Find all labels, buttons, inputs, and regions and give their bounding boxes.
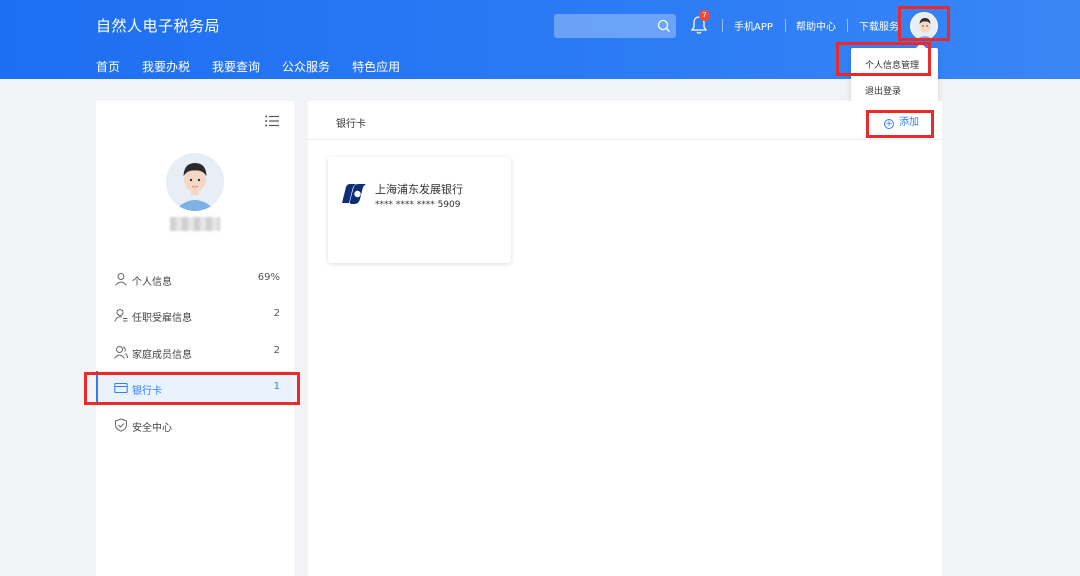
avatar-icon <box>911 13 937 39</box>
card-icon <box>114 383 128 393</box>
card-number: **** **** **** 5909 <box>375 200 461 210</box>
list-menu-icon[interactable] <box>265 115 279 127</box>
user-avatar-button[interactable] <box>910 12 938 40</box>
sidebar-item-count: 69% <box>257 272 280 283</box>
nav-tax-filing[interactable]: 我要办税 <box>142 58 190 75</box>
divider <box>847 19 848 32</box>
add-button-label: 添加 <box>899 117 919 128</box>
nav-public-service[interactable]: 公众服务 <box>282 58 330 75</box>
nav-home[interactable]: 首页 <box>96 58 120 75</box>
sidebar-item-label: 银行卡 <box>132 386 162 397</box>
menu-item-logout[interactable]: 退出登录 <box>865 84 901 97</box>
person-icon <box>115 273 127 286</box>
sidebar-item-label: 安全中心 <box>132 423 172 434</box>
mobile-app-link[interactable]: 手机APP <box>734 18 773 33</box>
main-panel: 银行卡 + 添加 上海浦东发展银行 **** **** **** 5909 <box>308 101 942 576</box>
download-service-link[interactable]: 下载服务 <box>859 18 899 33</box>
nav-query[interactable]: 我要查询 <box>212 58 260 75</box>
sidebar-item-count: 2 <box>273 345 280 356</box>
add-bank-card-button[interactable]: + 添加 <box>884 113 919 129</box>
avatar-icon <box>166 153 224 211</box>
bank-card-item[interactable]: 上海浦东发展银行 **** **** **** 5909 <box>328 157 511 263</box>
help-center-link[interactable]: 帮助中心 <box>796 18 836 33</box>
sidebar-item-label: 个人信息 <box>132 277 172 288</box>
notification-badge: 7 <box>699 10 710 21</box>
sidebar-item-label: 家庭成员信息 <box>132 350 192 361</box>
blurred-user-name <box>170 217 220 231</box>
spdb-bank-logo-icon <box>342 184 366 204</box>
bank-name: 上海浦东发展银行 <box>375 183 463 196</box>
sidebar-item-employment[interactable]: 任职受雇信息 2 <box>96 298 294 332</box>
menu-item-personal-info[interactable]: 个人信息管理 <box>865 58 919 71</box>
sidebar-item-count: 1 <box>273 381 280 392</box>
shield-icon <box>115 418 127 432</box>
main-nav: 首页 我要办税 我要查询 公众服务 特色应用 <box>96 58 422 75</box>
sidebar-item-family[interactable]: 家庭成员信息 2 <box>96 335 294 369</box>
search-input[interactable] <box>554 14 676 38</box>
search-icon[interactable] <box>656 18 672 34</box>
sidebar-item-count: 2 <box>273 308 280 319</box>
sidebar-item-bank-card[interactable]: 银行卡 1 <box>96 371 294 405</box>
plus-circle-icon: + <box>884 119 894 129</box>
family-icon <box>114 346 128 359</box>
sidebar-item-security[interactable]: 安全中心 <box>96 408 294 442</box>
divider <box>785 19 786 32</box>
sidebar: 个人信息 69% 任职受雇信息 2 家庭成员信息 2 银行卡 1 安全中心 <box>96 101 294 576</box>
sidebar-item-personal-info[interactable]: 个人信息 69% <box>96 262 294 296</box>
employment-icon <box>114 309 128 322</box>
divider <box>722 19 723 32</box>
tab-bank-card[interactable]: 银行卡 <box>336 115 366 130</box>
profile-avatar <box>166 153 224 211</box>
divider <box>308 139 942 140</box>
sidebar-item-label: 任职受雇信息 <box>132 313 192 324</box>
nav-special-apps[interactable]: 特色应用 <box>352 58 400 75</box>
user-dropdown-menu: 个人信息管理 退出登录 <box>851 43 938 102</box>
app-title: 自然人电子税务局 <box>96 17 221 35</box>
